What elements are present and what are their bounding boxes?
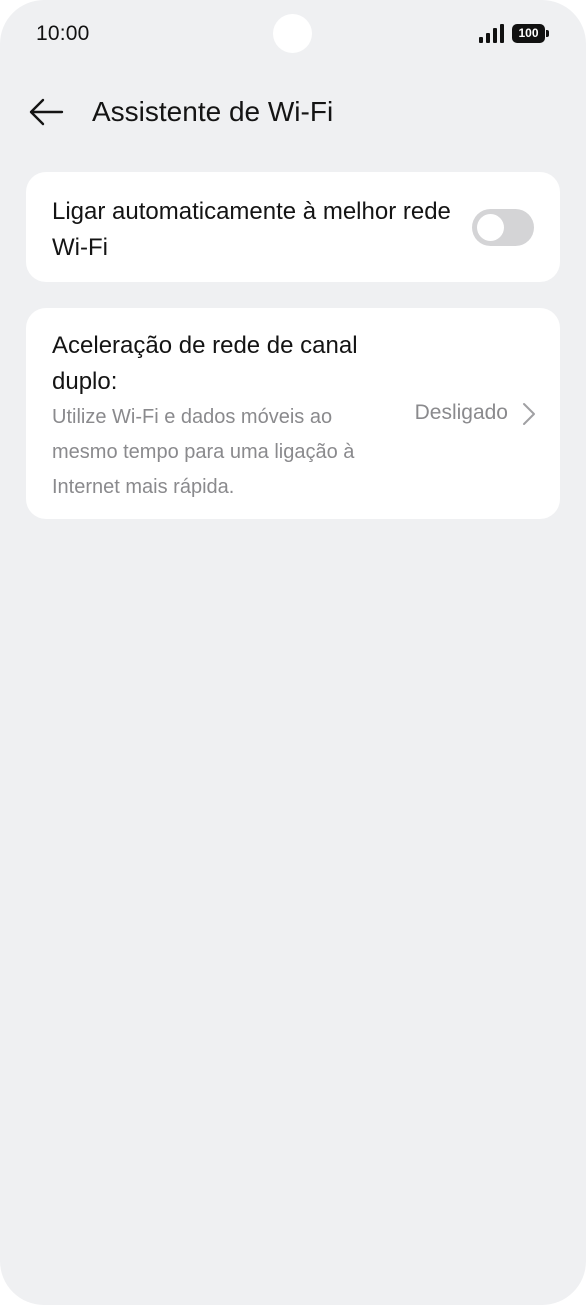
screen: 10:00 100 Assistente de Wi-Fi Ligar auto… [0,0,586,1305]
front-camera-cutout [273,14,312,53]
battery-level: 100 [512,24,545,43]
dual-channel-title: Aceleração de rede de canal duplo: [52,332,358,395]
page-title: Assistente de Wi-Fi [92,96,334,127]
status-time: 10:00 [36,22,90,45]
header: Assistente de Wi-Fi [0,88,586,136]
auto-connect-card[interactable]: Ligar automaticamente à melhor rede Wi-F… [26,172,560,282]
dual-channel-card[interactable]: Aceleração de rede de canal duplo: Utili… [26,308,560,519]
dual-channel-description: Utilize Wi-Fi e dados móveis ao mesmo te… [52,406,355,498]
auto-connect-title: Ligar automaticamente à melhor rede Wi-F… [52,198,451,261]
auto-connect-toggle[interactable] [472,209,534,246]
back-button[interactable] [24,92,68,132]
back-arrow-icon [29,98,64,126]
battery-icon: 100 [512,24,549,43]
battery-tip [546,30,549,37]
status-bar: 10:00 100 [0,0,586,66]
dual-channel-status: Desligado [414,401,508,424]
chevron-right-icon [523,403,535,425]
signal-icon [479,24,504,43]
toggle-knob [477,214,504,241]
